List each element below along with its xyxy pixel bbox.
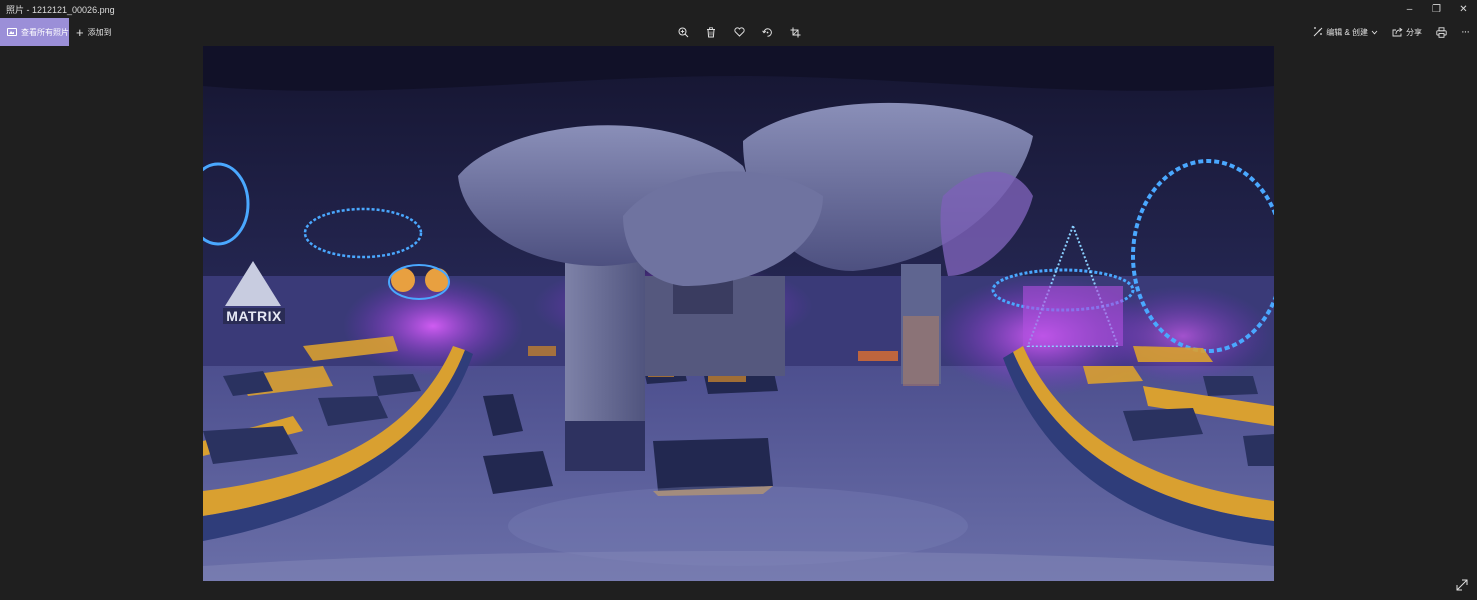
view-all-photos-button[interactable]: 查看所有照片 bbox=[0, 18, 69, 46]
window-title: 照片 - 1212121_00026.png bbox=[6, 5, 115, 15]
share-label: 分享 bbox=[1406, 27, 1422, 37]
toolbar: 查看所有照片 + 添加到 编辑 & 创建 分享 ··· bbox=[0, 18, 1477, 46]
more-button[interactable]: ··· bbox=[1461, 26, 1470, 38]
delete-button[interactable] bbox=[702, 23, 720, 41]
print-icon bbox=[1436, 26, 1447, 38]
rotate-icon bbox=[761, 27, 772, 37]
view-all-photos-label: 查看所有照片 bbox=[21, 27, 69, 37]
title-bar: 照片 - 1212121_00026.png – ❐ ✕ bbox=[0, 0, 1477, 18]
fullscreen-button[interactable] bbox=[1455, 578, 1469, 592]
delete-icon bbox=[707, 26, 715, 37]
add-to-button[interactable]: + 添加到 bbox=[76, 18, 112, 46]
chevron-down-icon bbox=[1371, 30, 1378, 34]
gallery-icon bbox=[7, 28, 17, 36]
zoom-in-button[interactable] bbox=[674, 23, 692, 41]
favorite-icon bbox=[733, 27, 745, 37]
edit-create-button[interactable]: 编辑 & 创建 bbox=[1313, 27, 1378, 38]
edit-create-label: 编辑 & 创建 bbox=[1326, 27, 1368, 37]
close-button[interactable]: ✕ bbox=[1450, 0, 1477, 18]
matrix-sign-text: MATRIX bbox=[226, 308, 282, 324]
zoom-in-icon bbox=[678, 27, 688, 37]
plus-icon: + bbox=[76, 24, 84, 40]
center-tools bbox=[674, 18, 804, 46]
favorite-button[interactable] bbox=[730, 23, 748, 41]
print-button[interactable] bbox=[1436, 26, 1447, 38]
right-tools: 编辑 & 创建 分享 ··· bbox=[1313, 18, 1470, 46]
edit-create-icon bbox=[1313, 27, 1323, 37]
minimize-button[interactable]: – bbox=[1396, 0, 1423, 18]
share-button[interactable]: 分享 bbox=[1392, 27, 1422, 38]
crop-icon bbox=[790, 27, 800, 37]
rotate-button[interactable] bbox=[758, 23, 776, 41]
restore-button[interactable]: ❐ bbox=[1423, 0, 1450, 18]
add-to-label: 添加到 bbox=[87, 27, 112, 37]
expand-icon bbox=[1456, 579, 1468, 591]
panorama-image: MATRIX bbox=[203, 46, 1274, 581]
crop-button[interactable] bbox=[786, 23, 804, 41]
photo-view[interactable]: MATRIX bbox=[203, 46, 1274, 581]
window-controls: – ❐ ✕ bbox=[1396, 0, 1477, 18]
share-icon bbox=[1392, 27, 1403, 37]
